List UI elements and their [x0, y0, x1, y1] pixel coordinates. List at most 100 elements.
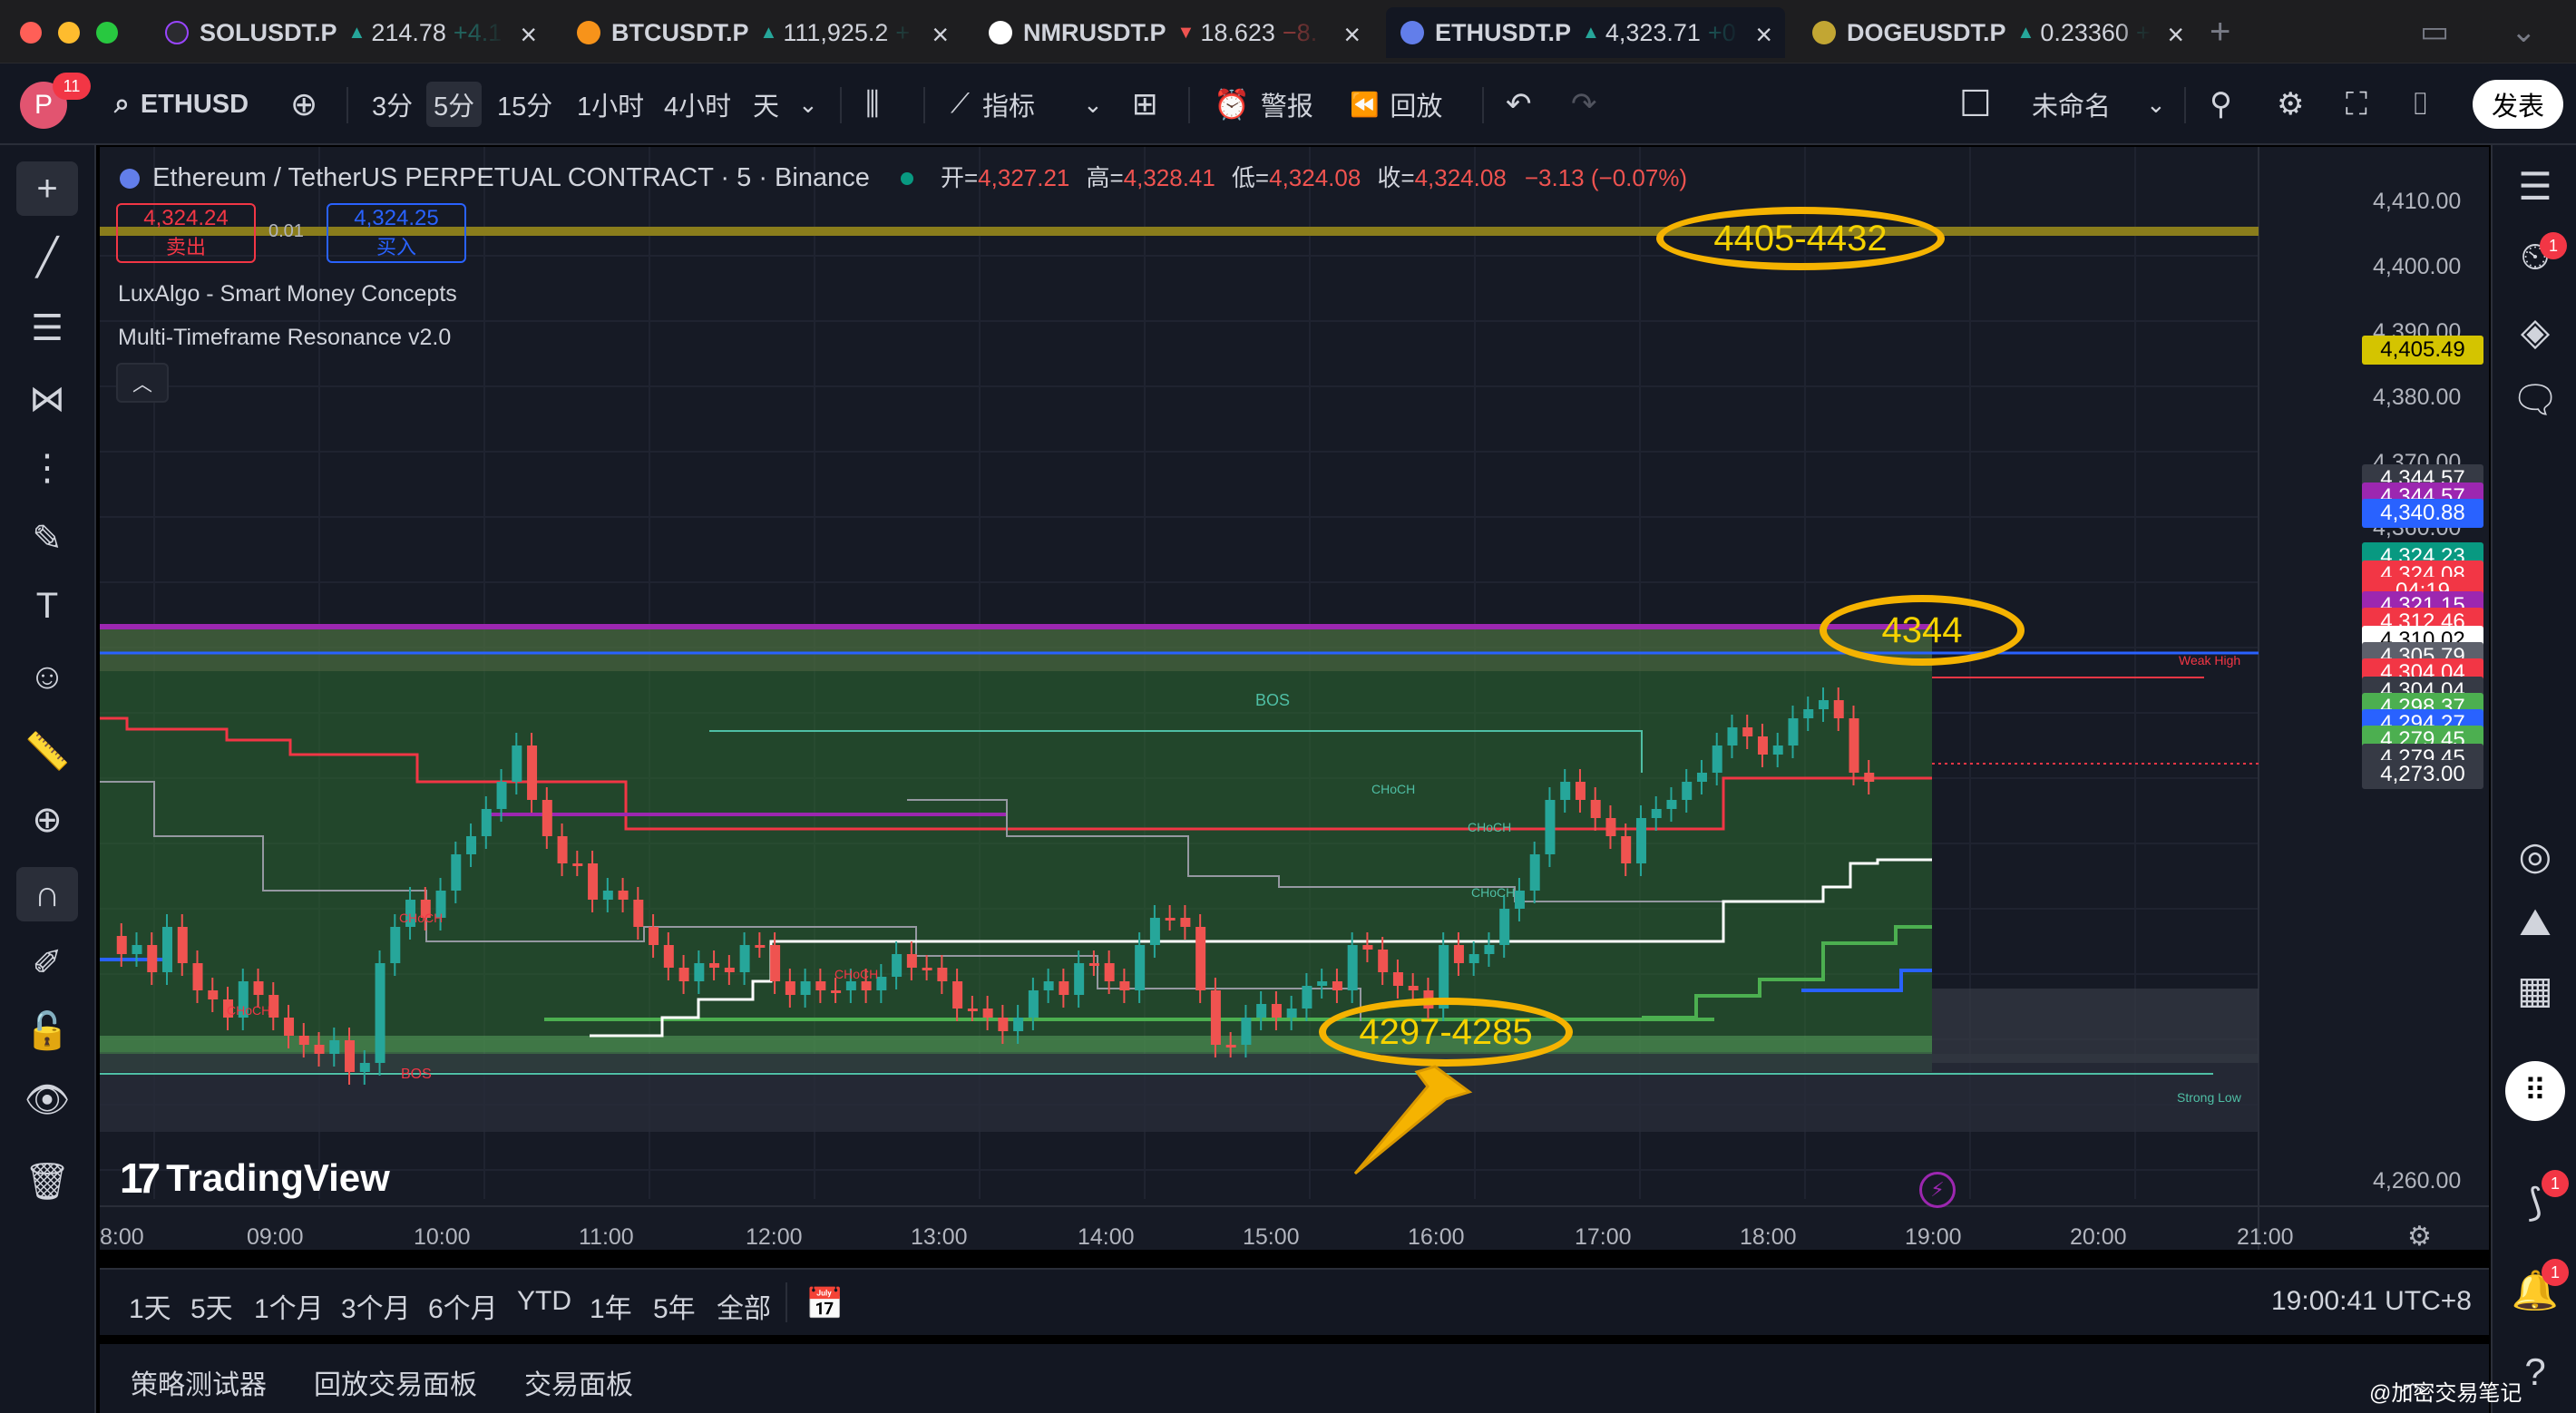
candle-body — [1453, 945, 1464, 963]
trash-icon[interactable]: 🗑 — [16, 1154, 78, 1208]
layers-icon[interactable]: ◈ — [2505, 303, 2565, 359]
ideas-icon[interactable]: ⛰ — [2505, 894, 2565, 950]
layout-chevron-icon[interactable]: ⌄ — [2139, 82, 2173, 127]
candle-body — [1666, 800, 1677, 809]
candle-body — [1104, 963, 1115, 981]
collapse-legend-button[interactable]: ︿ — [116, 363, 169, 403]
candle-body — [208, 990, 219, 999]
range-1m[interactable]: 1个月 — [254, 1286, 324, 1326]
indicator-mtf-resonance[interactable]: Multi-Timeframe Resonance v2.0 — [118, 325, 451, 351]
alert-button[interactable]: ⏰ 警报 — [1206, 82, 1321, 127]
tab-dogeusdt[interactable]: DOGEUSDT.P ▲ 0.23360 + × — [1798, 7, 2197, 58]
candle-body — [345, 1040, 356, 1072]
candle-body — [162, 927, 173, 972]
trend-line-icon[interactable]: ╱ — [16, 230, 78, 285]
candle-body — [132, 945, 142, 954]
interval-1h[interactable]: 1小时 — [570, 82, 651, 127]
text-icon[interactable]: T — [16, 579, 78, 633]
chevron-down-icon[interactable]: ⌄ — [2503, 9, 2544, 54]
camera-icon[interactable]: ⌷ — [2404, 82, 2436, 127]
zoom-in-icon[interactable]: ⊕ — [16, 793, 78, 847]
redo-icon[interactable]: ↷ — [1564, 82, 1605, 127]
crosshair-icon[interactable]: + — [16, 161, 78, 216]
window-layout-icon[interactable]: ▭ — [2413, 9, 2456, 54]
interval-1d[interactable]: 天 — [746, 82, 786, 127]
fib-retracement-icon[interactable]: ☰ — [16, 301, 78, 356]
range-5y[interactable]: 5年 — [653, 1286, 696, 1326]
indicators-button[interactable]: ⟋ 指标 — [943, 82, 1042, 127]
watchlist-icon[interactable]: ☰ — [2505, 158, 2565, 214]
tab-btcusdt[interactable]: BTCUSDT.P ▲ 111,925.2 + × — [562, 7, 961, 58]
close-window-button[interactable] — [20, 22, 42, 44]
layout-name[interactable]: 未命名 — [2025, 82, 2118, 127]
annotation-support: 4297-4285 — [1319, 998, 1573, 1067]
range-5d[interactable]: 5天 — [190, 1286, 233, 1326]
close-tab-icon[interactable]: × — [926, 18, 949, 52]
indicators-chevron-icon[interactable]: ⌄ — [1076, 82, 1110, 127]
tab-replay-trading[interactable]: 回放交易面板 — [314, 1362, 477, 1402]
range-1d[interactable]: 1天 — [129, 1286, 171, 1326]
axis-settings-gear-icon[interactable]: ⚙ — [2407, 1221, 2432, 1252]
eye-icon[interactable]: 👁 — [16, 1072, 78, 1126]
chat-icon[interactable]: 🗨 — [2505, 372, 2565, 428]
close-tab-icon[interactable]: × — [1338, 18, 1361, 52]
range-1y[interactable]: 1年 — [590, 1286, 632, 1326]
alerts-badge: 1 — [2540, 232, 2567, 259]
templates-grid-icon[interactable]: ⊞ — [1125, 82, 1166, 127]
lock-icon[interactable]: 🔓 — [16, 1003, 78, 1057]
quick-search-icon[interactable]: ⚲ — [2202, 82, 2239, 127]
candle-body — [116, 936, 127, 954]
range-all[interactable]: 全部 — [717, 1286, 771, 1326]
fullscreen-icon[interactable]: ⛶ — [2338, 82, 2375, 127]
publish-button[interactable]: 发表 — [2473, 80, 2563, 129]
replay-button[interactable]: ⏪ 回放 — [1342, 82, 1449, 127]
pattern-icon[interactable]: ⋈ — [16, 372, 78, 426]
zoom-window-button[interactable] — [96, 22, 118, 44]
range-3m[interactable]: 3个月 — [341, 1286, 411, 1326]
candle-body — [618, 891, 629, 900]
ruler-icon[interactable]: 📏 — [16, 724, 78, 778]
price-chart[interactable] — [100, 147, 2489, 1250]
indicator-smart-money-concepts[interactable]: LuxAlgo - Smart Money Concepts — [118, 281, 457, 307]
compare-add-button[interactable]: ⊕ — [283, 82, 325, 127]
calendar-icon[interactable]: ▦ — [2505, 961, 2565, 1018]
buy-button[interactable]: 4,324.25 买入 — [327, 203, 466, 263]
clock-timezone[interactable]: 19:00:41 UTC+8 — [2271, 1286, 2472, 1317]
emoji-icon[interactable]: ☺ — [16, 649, 78, 704]
lightning-icon[interactable]: ⚡ — [1919, 1172, 1956, 1208]
minimize-window-button[interactable] — [58, 22, 80, 44]
interval-4h[interactable]: 4小时 — [657, 82, 738, 127]
tab-trading-panel[interactable]: 交易面板 — [524, 1362, 633, 1402]
close-tab-icon[interactable]: × — [1750, 18, 1772, 52]
range-ytd[interactable]: YTD — [517, 1286, 571, 1317]
close-tab-icon[interactable]: × — [2161, 18, 2184, 52]
prediction-icon[interactable]: ⋮ — [16, 441, 78, 495]
tab-solusdt[interactable]: SOLUSDT.P ▲ 214.78 +4.1 × — [151, 7, 550, 58]
new-tab-button[interactable]: + — [2202, 9, 2238, 54]
layout-square-icon[interactable]: ☐ — [1952, 82, 1999, 127]
symbol-search[interactable]: ⌕ ETHUSD — [107, 82, 256, 127]
target-icon[interactable]: ◎ — [2505, 827, 2565, 883]
annotation-top-zone: 4405-4432 — [1656, 207, 1945, 270]
interval-3m[interactable]: 3分 — [365, 82, 420, 127]
apps-grid-icon[interactable]: ⠿ — [2505, 1061, 2565, 1121]
candle-body — [284, 1018, 295, 1036]
range-6m[interactable]: 6个月 — [428, 1286, 498, 1326]
chart-pane[interactable]: Ethereum / TetherUS PERPETUAL CONTRACT ·… — [100, 147, 2489, 1252]
candlestick-chart-type-icon[interactable]: ⫼ — [858, 82, 887, 127]
tab-strategy-tester[interactable]: 策略测试器 — [131, 1362, 267, 1402]
stay-drawing-icon[interactable]: ✐ — [16, 936, 78, 990]
close-tab-icon[interactable]: × — [514, 18, 537, 52]
brush-icon[interactable]: ✎ — [16, 512, 78, 566]
tab-nmrusdt[interactable]: NMRUSDT.P ▼ 18.623 −8. × — [974, 7, 1373, 58]
candle-body — [1727, 727, 1738, 745]
interval-dropdown-chevron-icon[interactable]: ⌄ — [791, 82, 825, 127]
sell-button[interactable]: 4,324.24 卖出 — [116, 203, 256, 263]
magnet-icon[interactable]: ∩ — [16, 867, 78, 921]
goto-date-calendar-icon[interactable]: 📅 — [805, 1286, 844, 1322]
settings-gear-icon[interactable]: ⚙ — [2269, 82, 2311, 127]
interval-5m[interactable]: 5分 — [426, 82, 483, 127]
undo-icon[interactable]: ↶ — [1498, 82, 1539, 127]
tab-ethusdt[interactable]: ETHUSDT.P ▲ 4,323.71 +0 × — [1386, 7, 1785, 58]
interval-15m[interactable]: 15分 — [490, 82, 560, 127]
